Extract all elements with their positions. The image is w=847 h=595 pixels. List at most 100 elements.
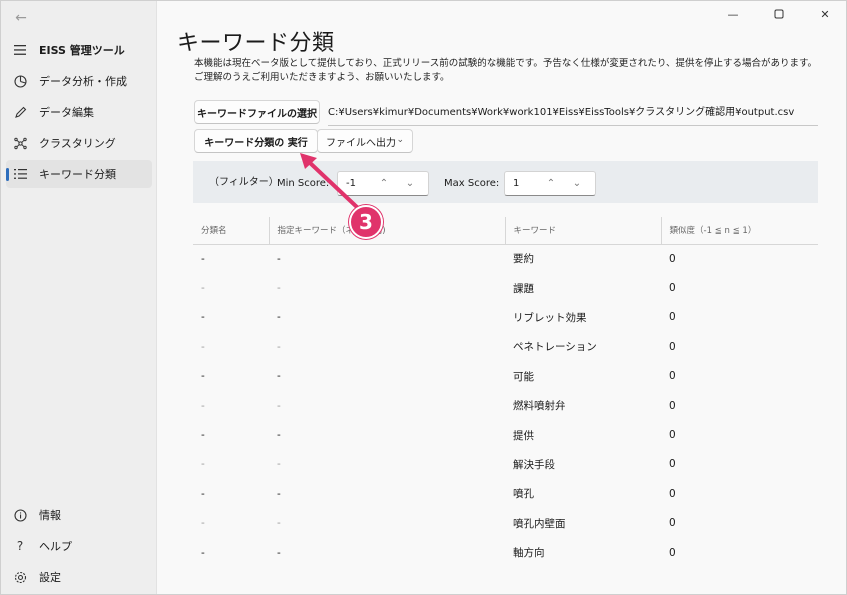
sidebar-item-info[interactable]: 情報 xyxy=(6,501,152,529)
cell-similarity: 0 xyxy=(669,370,676,383)
cell-similarity: 0 xyxy=(669,487,676,500)
column-header-category[interactable]: 分類名 xyxy=(193,217,269,245)
sidebar-item-data-analysis[interactable]: データ分析・作成 xyxy=(6,67,152,95)
cell-keyword: 提供 xyxy=(513,429,534,442)
table-row[interactable]: - - 要約 0 xyxy=(193,244,818,273)
column-header-specified-keyword[interactable]: 指定キーワード（ネ は平均) xyxy=(268,217,505,245)
app-window: ← EISS 管理ツール データ分析・作成 データ編集 クラスタリング キーワー… xyxy=(0,0,847,595)
cell-keyword: 解決手段 xyxy=(513,458,555,471)
maximize-icon[interactable] xyxy=(756,1,802,27)
cell-category: - xyxy=(201,370,205,383)
sidebar-item-label: キーワード分類 xyxy=(39,168,116,181)
table-row[interactable]: - - 軸方向 0 xyxy=(193,538,818,567)
cell-specified-keyword: - xyxy=(277,546,281,559)
sidebar-item-clustering[interactable]: クラスタリング xyxy=(6,129,152,157)
decrement-icon[interactable]: ⌄ xyxy=(567,175,587,192)
cell-similarity: 0 xyxy=(669,429,676,442)
cell-specified-keyword: - xyxy=(277,252,281,265)
cell-category: - xyxy=(201,399,205,412)
cell-category: - xyxy=(201,311,205,324)
notice-line-2: ご理解のうえご利用いただきますよう、お願いいたします。 xyxy=(194,72,450,83)
minimize-icon[interactable]: — xyxy=(710,1,756,27)
table-row[interactable]: - - 燃料噴射弁 0 xyxy=(193,391,818,420)
table-row[interactable]: - - 可能 0 xyxy=(193,362,818,391)
export-file-dropdown[interactable]: ファイルへ出力 ⌄ xyxy=(317,129,413,153)
cell-specified-keyword: - xyxy=(277,429,281,442)
close-icon[interactable]: ✕ xyxy=(802,1,846,27)
filter-label: （フィルター） xyxy=(209,177,279,188)
cell-category: - xyxy=(201,458,205,471)
sidebar-item-help[interactable]: ? ヘルプ xyxy=(6,532,152,560)
table-row[interactable]: - - 噴孔内壁面 0 xyxy=(193,509,818,538)
export-button-label: ファイルへ出力 xyxy=(326,137,396,149)
window-controls: — ✕ xyxy=(710,1,846,27)
max-score-input[interactable]: 1 ⌃ ⌄ xyxy=(504,171,596,196)
min-score-input[interactable]: -1 ⌃ ⌄ xyxy=(337,171,429,196)
cell-specified-keyword: - xyxy=(277,517,281,530)
sidebar-item-data-edit[interactable]: データ編集 xyxy=(6,98,152,126)
min-score-label: Min Score: xyxy=(277,178,330,189)
select-keyword-file-button[interactable]: キーワードファイルの選択 xyxy=(194,100,320,124)
cell-similarity: 0 xyxy=(669,517,676,530)
sidebar-item-keyword-classification[interactable]: キーワード分類 xyxy=(6,160,152,188)
cell-similarity: 0 xyxy=(669,282,676,295)
cell-category: - xyxy=(201,252,205,265)
sidebar-item-label: データ分析・作成 xyxy=(39,75,127,88)
max-score-label: Max Score: xyxy=(444,178,500,189)
info-icon xyxy=(13,508,27,522)
table-row[interactable]: - - 課題 0 xyxy=(193,273,818,302)
cell-keyword: 燃料噴射弁 xyxy=(513,400,566,413)
increment-icon[interactable]: ⌃ xyxy=(541,175,561,192)
main-content: — ✕ キーワード分類 本機能は現在ベータ版として提供しており、正式リリース前の… xyxy=(156,1,846,594)
table-header-row: 分類名 指定キーワード（ネ は平均) キーワード 類似度（-1 ≦ n ≦ 1） xyxy=(193,217,818,245)
table-row[interactable]: - - リブレット効果 0 xyxy=(193,303,818,332)
sidebar-item-label: クラスタリング xyxy=(39,137,116,150)
column-header-keyword[interactable]: キーワード xyxy=(504,217,661,245)
sidebar-item-label: ヘルプ xyxy=(39,540,72,553)
cell-specified-keyword: - xyxy=(277,370,281,383)
pie-chart-icon xyxy=(13,74,27,88)
run-keyword-classification-button[interactable]: キーワード分類の 実行 xyxy=(194,129,318,153)
sidebar-item-label: 情報 xyxy=(39,509,61,522)
cell-specified-keyword: - xyxy=(277,282,281,295)
cell-specified-keyword: - xyxy=(277,340,281,353)
cell-keyword: 要約 xyxy=(513,253,534,266)
table-row[interactable]: - - 解決手段 0 xyxy=(193,450,818,479)
pencil-icon xyxy=(13,105,27,119)
keyword-table: 分類名 指定キーワード（ネ は平均) キーワード 類似度（-1 ≦ n ≦ 1）… xyxy=(193,217,818,567)
page-title: キーワード分類 xyxy=(177,31,335,56)
chevron-down-icon: ⌄ xyxy=(396,135,404,145)
cell-similarity: 0 xyxy=(669,340,676,353)
filter-bar: （フィルター） Min Score: -1 ⌃ ⌄ Max Score: 1 ⌃… xyxy=(193,161,818,203)
cell-keyword: 噴孔内壁面 xyxy=(513,517,566,530)
cell-similarity: 0 xyxy=(669,399,676,412)
cell-similarity: 0 xyxy=(669,546,676,559)
cell-keyword: リブレット効果 xyxy=(513,311,587,324)
file-path-field[interactable]: C:¥Users¥kimur¥Documents¥Work¥work101¥Ei… xyxy=(328,101,818,126)
step-callout-badge: 3 xyxy=(349,205,383,239)
cell-keyword: 可能 xyxy=(513,370,534,383)
increment-icon[interactable]: ⌃ xyxy=(374,175,394,192)
column-header-similarity[interactable]: 類似度（-1 ≦ n ≦ 1） xyxy=(660,217,818,245)
cell-category: - xyxy=(201,487,205,500)
hamburger-icon xyxy=(13,43,27,57)
sidebar: ← EISS 管理ツール データ分析・作成 データ編集 クラスタリング キーワー… xyxy=(1,1,156,594)
cell-specified-keyword: - xyxy=(277,311,281,324)
table-row[interactable]: - - 提供 0 xyxy=(193,420,818,449)
decrement-icon[interactable]: ⌄ xyxy=(400,175,420,192)
cell-similarity: 0 xyxy=(669,458,676,471)
cell-specified-keyword: - xyxy=(277,458,281,471)
table-row[interactable]: - - 噴孔 0 xyxy=(193,479,818,508)
cell-specified-keyword: - xyxy=(277,399,281,412)
max-score-value: 1 xyxy=(513,178,520,189)
cell-category: - xyxy=(201,340,205,353)
cell-category: - xyxy=(201,546,205,559)
hamburger-menu[interactable]: EISS 管理ツール xyxy=(6,36,152,64)
cell-category: - xyxy=(201,429,205,442)
beta-notice: 本機能は現在ベータ版として提供しており、正式リリース前の試験的な機能です。予告な… xyxy=(194,57,834,85)
back-arrow-icon[interactable]: ← xyxy=(9,7,33,29)
sidebar-item-settings[interactable]: 設定 xyxy=(6,563,152,591)
table-row[interactable]: - - ペネトレーション 0 xyxy=(193,332,818,361)
notice-line-1: 本機能は現在ベータ版として提供しており、正式リリース前の試験的な機能です。予告な… xyxy=(194,58,818,69)
cell-keyword: 噴孔 xyxy=(513,488,534,501)
